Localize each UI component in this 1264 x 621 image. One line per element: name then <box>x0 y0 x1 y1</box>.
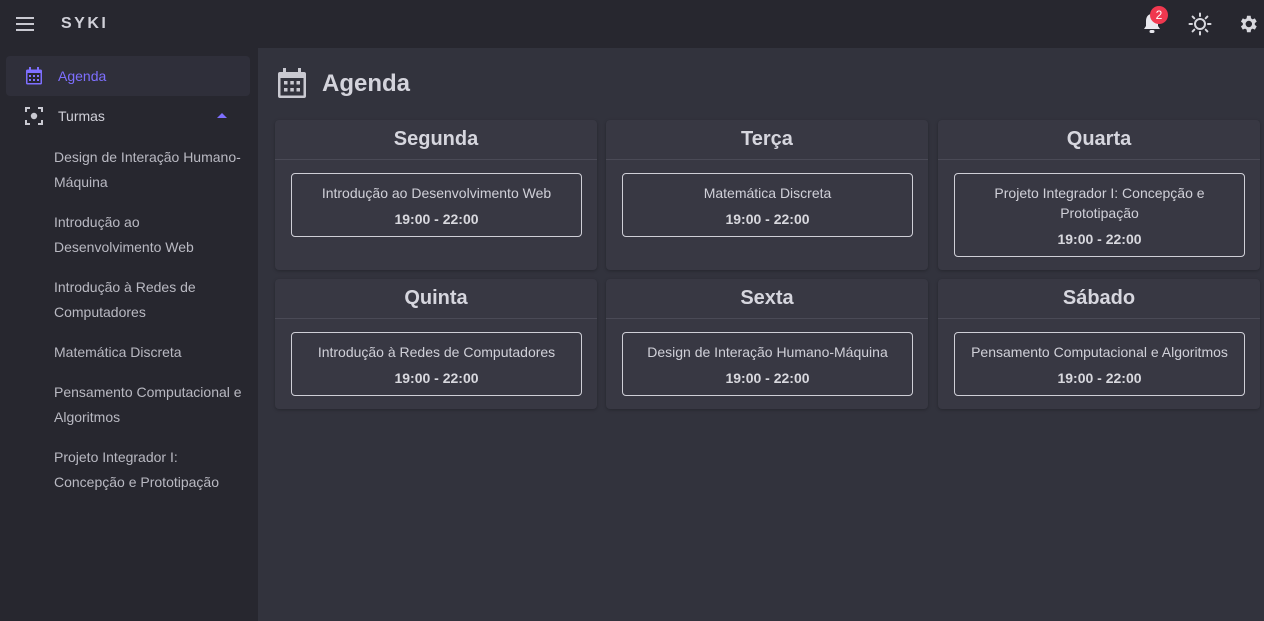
day-title: Sexta <box>740 287 794 309</box>
day-card-sexta: Sexta Design de Interação Humano-Máquina… <box>606 279 928 409</box>
day-title: Quinta <box>404 287 468 309</box>
day-card-segunda: Segunda Introdução ao Desenvolvimento We… <box>275 120 597 270</box>
class-time: 19:00 - 22:00 <box>725 370 810 386</box>
settings-button[interactable] <box>1236 12 1260 36</box>
calendar-icon <box>26 67 42 85</box>
class-name: Introdução à Redes de Computadores <box>317 344 556 360</box>
sidebar-subitem-turma[interactable]: Projeto Integrador I: Concepção e Protot… <box>54 445 250 495</box>
class-name: Design de Interação Humano-Máquina <box>647 344 888 360</box>
sidebar-item-label: Turmas <box>58 108 105 124</box>
sidebar-item-turmas[interactable]: Turmas <box>6 96 250 136</box>
class-entry[interactable]: Introdução à Redes de Computadores 19:00… <box>291 332 582 396</box>
sidebar-subitem-turma[interactable]: Design de Interação Humano-Máquina <box>54 145 250 195</box>
class-entry[interactable]: Projeto Integrador I: Concepção e Protot… <box>954 173 1245 257</box>
calendar-icon <box>278 68 306 98</box>
class-time: 19:00 - 22:00 <box>394 370 479 386</box>
notifications-badge: 2 <box>1150 6 1168 24</box>
day-title: Segunda <box>393 128 479 150</box>
menu-icon[interactable] <box>16 14 36 34</box>
day-card-terca: Terça Matemática Discreta 19:00 - 22:00 <box>606 120 928 270</box>
class-time: 19:00 - 22:00 <box>394 211 479 227</box>
notifications-button[interactable]: 2 <box>1140 6 1168 36</box>
app-brand: SYKI <box>61 15 109 32</box>
class-time: 19:00 - 22:00 <box>725 211 810 227</box>
page-title: Agenda <box>322 70 411 97</box>
class-name: Pensamento Computacional e Algoritmos <box>971 344 1228 360</box>
class-name: Projeto Integrador I: Concepção e Protot… <box>994 185 1205 221</box>
class-time: 19:00 - 22:00 <box>1057 231 1142 247</box>
day-title: Terça <box>741 128 793 150</box>
sidebar-item-label: Agenda <box>58 68 107 84</box>
sidebar-subitem-turma[interactable]: Introdução à Redes de Computadores <box>54 275 250 325</box>
gear-icon <box>1240 15 1257 33</box>
sidebar: Agenda Turmas Design de Interação Humano… <box>0 48 258 621</box>
sidebar-subitem-turma[interactable]: Matemática Discreta <box>54 340 250 365</box>
sidebar-subitem-turma[interactable]: Introdução ao Desenvolvimento Web <box>54 210 250 260</box>
sidebar-subitem-turma[interactable]: Pensamento Computacional e Algoritmos <box>54 380 250 430</box>
day-card-quinta: Quinta Introdução à Redes de Computadore… <box>275 279 597 409</box>
center-focus-icon <box>25 107 43 125</box>
day-card-quarta: Quarta Projeto Integrador I: Concepção e… <box>938 120 1260 270</box>
sun-icon <box>1188 12 1212 36</box>
day-title: Quarta <box>1066 128 1132 150</box>
class-entry[interactable]: Pensamento Computacional e Algoritmos 19… <box>954 332 1245 396</box>
class-name: Introdução ao Desenvolvimento Web <box>321 185 552 201</box>
day-card-sabado: Sábado Pensamento Computacional e Algori… <box>938 279 1260 409</box>
app-bar: SYKI 2 <box>0 0 1264 48</box>
class-time: 19:00 - 22:00 <box>1057 370 1142 386</box>
class-entry[interactable]: Introdução ao Desenvolvimento Web 19:00 … <box>291 173 582 237</box>
theme-toggle-button[interactable] <box>1188 12 1212 36</box>
class-name: Matemática Discreta <box>703 185 832 201</box>
class-entry[interactable]: Matemática Discreta 19:00 - 22:00 <box>622 173 913 237</box>
chevron-up-icon <box>217 113 227 118</box>
sidebar-item-agenda[interactable]: Agenda <box>6 56 250 96</box>
class-entry[interactable]: Design de Interação Humano-Máquina 19:00… <box>622 332 913 396</box>
day-title: Sábado <box>1062 287 1136 309</box>
